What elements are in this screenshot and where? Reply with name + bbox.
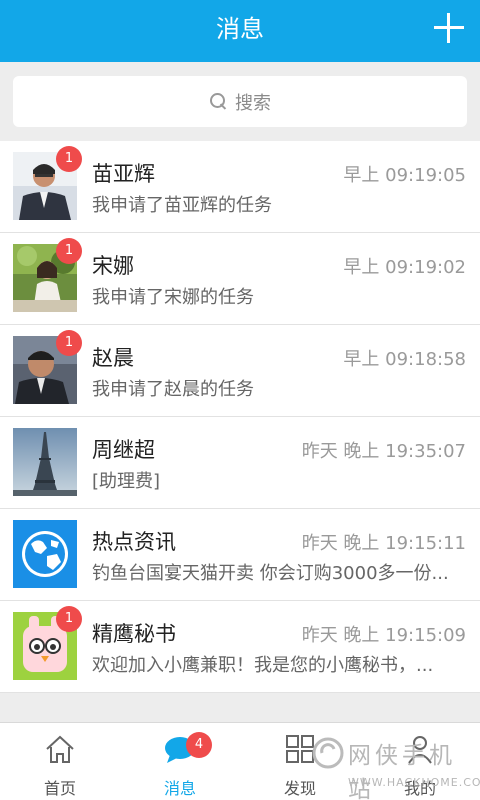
- message-preview: 我申请了宋娜的任务: [92, 287, 254, 308]
- message-time: 早上 09:19:02: [343, 257, 466, 278]
- message-preview: 我申请了赵晨的任务: [92, 379, 254, 400]
- globe-icon: [13, 520, 77, 588]
- contact-name: 精鹰秘书: [92, 622, 176, 646]
- tab-unread-badge: 4: [186, 732, 212, 758]
- plus-icon[interactable]: [432, 11, 466, 45]
- unread-badge: 1: [56, 146, 82, 172]
- unread-badge: 1: [56, 606, 82, 632]
- search-placeholder-group: 搜索: [13, 76, 467, 127]
- message-preview: [助理费]: [92, 471, 161, 492]
- message-time: 早上 09:19:05: [343, 165, 466, 186]
- message-row[interactable]: 1 苗亚辉 早上 09:19:05 我申请了苗亚辉的任务: [0, 141, 480, 233]
- message-row[interactable]: 1 精鹰秘书 昨天 晚上 19:15:09 欢迎加入小鹰兼职！我是您的小鹰秘书，…: [0, 601, 480, 693]
- page-title: 消息: [216, 15, 264, 43]
- avatar: [13, 428, 77, 496]
- message-preview: 钓鱼台国宴天猫开卖 你会订购3000多一份...: [92, 563, 449, 584]
- contact-name: 苗亚辉: [92, 162, 155, 186]
- search-input[interactable]: 搜索: [13, 76, 467, 127]
- home-icon: [46, 735, 74, 763]
- message-row[interactable]: 1 宋娜 早上 09:19:02 我申请了宋娜的任务: [0, 233, 480, 325]
- top-bar: 消息: [0, 0, 480, 62]
- tab-messages[interactable]: 4 消息: [120, 723, 240, 800]
- message-row[interactable]: 热点资讯 昨天 晚上 19:15:11 钓鱼台国宴天猫开卖 你会订购3000多一…: [0, 509, 480, 601]
- unread-badge: 1: [56, 238, 82, 264]
- message-row[interactable]: 1 赵晨 早上 09:18:58 我申请了赵晨的任务: [0, 325, 480, 417]
- tab-label: 消息: [163, 779, 196, 798]
- message-row[interactable]: 周继超 昨天 晚上 19:35:07 [助理费]: [0, 417, 480, 509]
- message-list: 1 苗亚辉 早上 09:19:05 我申请了苗亚辉的任务 1 宋娜 早上 09:…: [0, 141, 480, 693]
- tab-home[interactable]: 首页: [0, 723, 120, 800]
- search-label: 搜索: [235, 92, 271, 114]
- contact-name: 热点资讯: [92, 530, 176, 554]
- tab-label: 首页: [43, 779, 76, 798]
- search-icon: [209, 92, 229, 112]
- contact-name: 赵晨: [92, 346, 134, 370]
- watermark-logo: [312, 737, 344, 769]
- message-time: 昨天 晚上 19:15:11: [301, 533, 466, 554]
- message-time: 昨天 晚上 19:15:09: [301, 625, 466, 646]
- contact-name: 宋娜: [92, 254, 134, 278]
- search-area: 搜索: [0, 62, 480, 140]
- message-time: 昨天 晚上 19:35:07: [301, 441, 466, 462]
- message-preview: 我申请了苗亚辉的任务: [92, 195, 272, 216]
- watermark-url: WWW.HACKHOME.COM: [348, 776, 480, 789]
- watermark-title: 网侠手机站: [348, 743, 456, 800]
- message-time: 早上 09:18:58: [343, 349, 466, 370]
- message-preview: 欢迎加入小鹰兼职！我是您的小鹰秘书，...: [92, 655, 434, 676]
- watermark: 网侠手机站 WWW.HACKHOME.COM: [310, 733, 480, 800]
- contact-name: 周继超: [92, 438, 155, 462]
- unread-badge: 1: [56, 330, 82, 356]
